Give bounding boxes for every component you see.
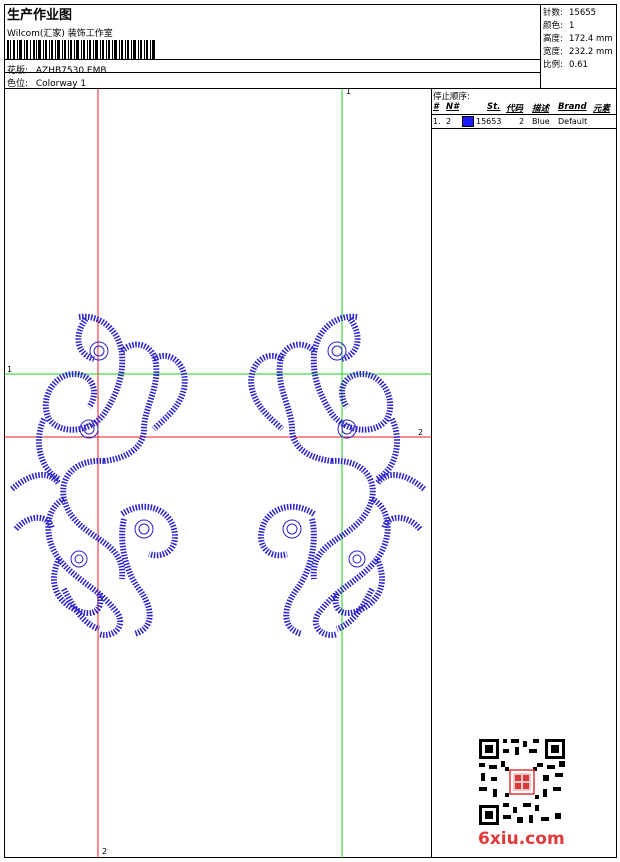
col-needle: N#	[446, 102, 460, 112]
stop-sequence-title: 停止顺序:	[433, 92, 470, 102]
header-rule-2	[4, 72, 540, 73]
seal-icon	[509, 769, 535, 795]
colors-value: 1	[569, 21, 575, 31]
page-title: 生产作业图	[7, 8, 73, 23]
panel-row-rule	[431, 128, 617, 129]
company-name: Wilcom(汇家) 装饰工作室	[7, 29, 113, 39]
watermark-site: 6xiu.com	[478, 829, 565, 849]
col-stitches: St.	[487, 102, 501, 112]
header-rule-1	[4, 59, 540, 60]
embroidery-preview	[4, 89, 431, 858]
row-brand: Default	[558, 117, 588, 126]
height-label: 高度:	[543, 34, 563, 44]
col-brand: Brand	[558, 102, 587, 112]
guide-marker-right: 2	[418, 428, 424, 437]
color-swatch	[462, 116, 474, 127]
col-code: 代码	[506, 104, 524, 114]
scale-row: 比例: 0.61	[543, 58, 588, 70]
colors-row: 颜色: 1	[543, 19, 574, 31]
row-needle: 2	[446, 117, 452, 126]
stitches-row: 针数: 15655	[543, 6, 596, 18]
col-index: #	[433, 102, 439, 112]
row-index: 1.	[433, 117, 441, 126]
design-label: 花版:	[7, 66, 29, 76]
guide-marker-top: 1	[346, 87, 352, 96]
right-motif-spirals	[282, 341, 366, 568]
panel-header-rule	[431, 114, 617, 115]
design-file-value: AZHB7530.EMB	[35, 66, 107, 76]
row-description: Blue	[532, 117, 550, 126]
width-value: 232.2 mm	[569, 47, 613, 57]
width-row: 宽度: 232.2 mm	[543, 45, 613, 57]
qr-code-icon	[477, 737, 567, 827]
left-motif-spirals	[70, 341, 154, 568]
barcode-icon	[7, 40, 155, 60]
scale-label: 比例:	[543, 60, 563, 70]
col-description: 描述	[532, 104, 550, 114]
design-file-row: 花版: AZHB7530.EMB	[7, 63, 107, 76]
width-label: 宽度:	[543, 47, 563, 57]
stats-block: 针数: 15655 颜色: 1 高度: 172.4 mm 宽度: 232.2 mm 比例…	[541, 4, 617, 89]
scale-value: 0.61	[569, 60, 588, 70]
right-motif	[248, 313, 426, 638]
header: 生产作业图 Wilcom(汇家) 装饰工作室 花版: AZHB7530.EMB …	[4, 4, 540, 89]
guide-marker-bottom: 2	[102, 847, 108, 856]
row-code: 2	[519, 117, 525, 126]
stitches-label: 针数:	[543, 8, 563, 18]
colors-label: 颜色:	[543, 21, 563, 31]
guide-marker-left: 1	[7, 365, 13, 374]
stitches-value: 15655	[569, 8, 597, 18]
height-value: 172.4 mm	[569, 34, 613, 44]
row-stitches: 15653	[476, 117, 502, 126]
col-element: 元素	[593, 104, 611, 114]
design-canvas: 1 1 2 2	[4, 87, 431, 858]
height-row: 高度: 172.4 mm	[543, 32, 613, 44]
